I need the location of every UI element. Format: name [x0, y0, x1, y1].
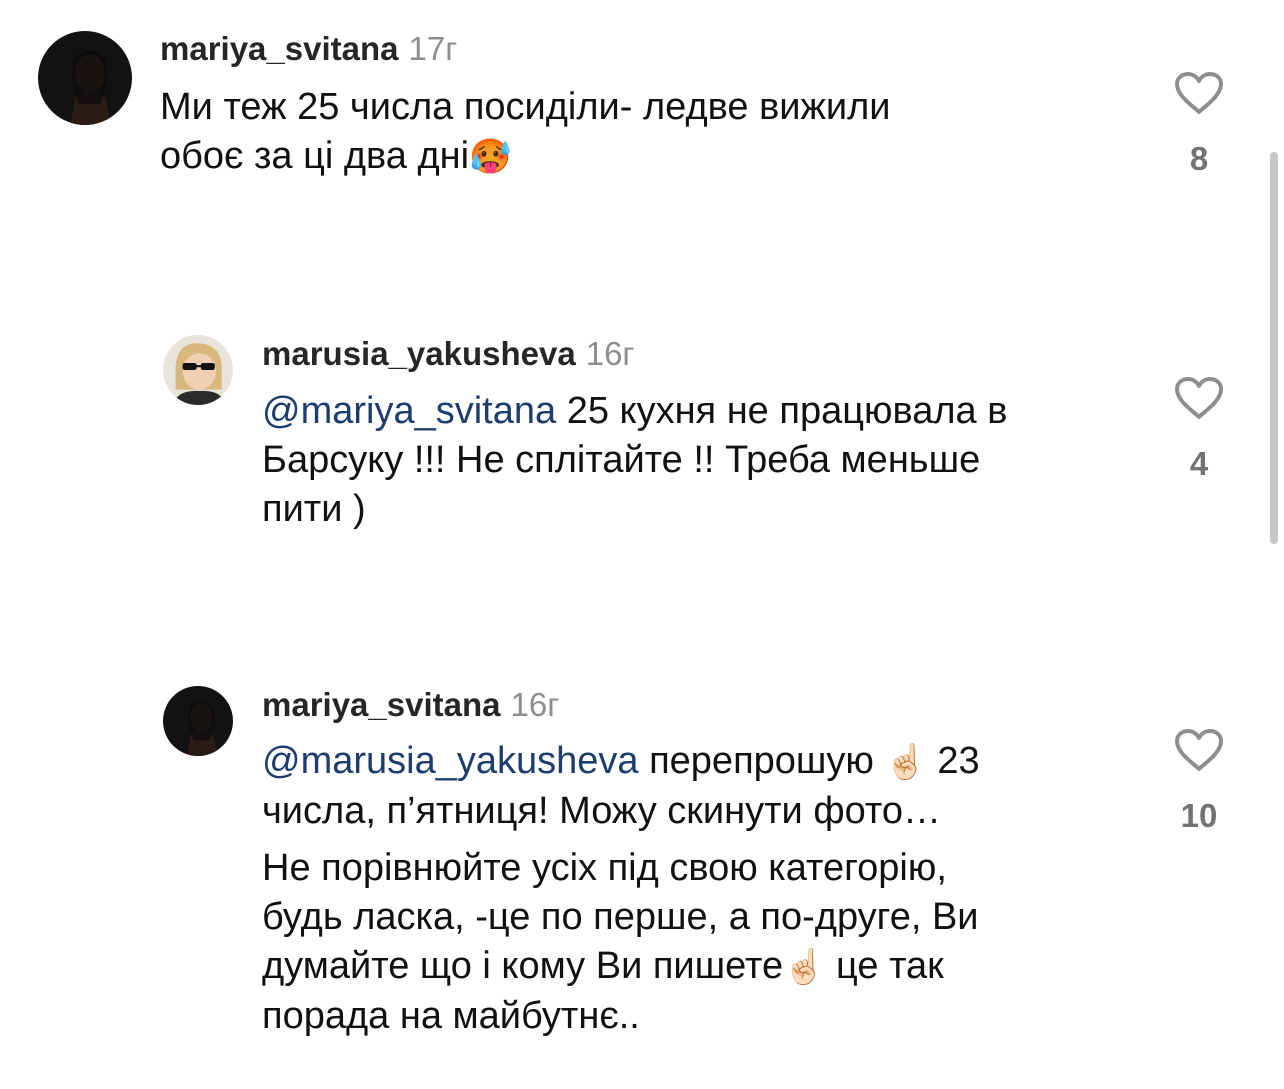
- like-count: 10: [1180, 797, 1218, 834]
- like-button[interactable]: 8: [1168, 70, 1230, 175]
- mention-link[interactable]: @mariya_svitana: [262, 390, 556, 432]
- comment-text: @mariya_svitana 25 кухня не працювала в …: [262, 387, 1007, 534]
- comment-line: Не порівнюйте усіх під свою категорію,: [262, 847, 947, 889]
- like-count: 8: [1189, 140, 1209, 177]
- scrollbar[interactable]: [1270, 152, 1278, 544]
- comment-line-text: 23: [926, 740, 980, 782]
- comment-paragraph: @marusia_yakusheva перепрошую ☝🏻 23 числ…: [262, 737, 980, 836]
- pointing-up-emoji-icon: ☝🏻: [783, 947, 826, 987]
- heart-outline-icon: [1175, 729, 1223, 771]
- heart-outline-icon: [1175, 377, 1223, 419]
- mention-link[interactable]: @marusia_yakusheva: [262, 740, 639, 782]
- heart-outline-icon: [1175, 72, 1223, 114]
- username-link[interactable]: mariya_svitana: [262, 686, 501, 723]
- comment-line-text: перепрошую: [638, 740, 885, 782]
- timestamp: 16г: [585, 335, 635, 372]
- pointing-up-emoji-icon: ☝🏻: [884, 742, 927, 782]
- comment-meta: marusia_yakusheva 16г: [262, 337, 634, 370]
- comment-meta: mariya_svitana 17г: [160, 32, 457, 65]
- username-link[interactable]: marusia_yakusheva: [262, 335, 576, 372]
- avatar[interactable]: [163, 686, 233, 756]
- hot-face-emoji-icon: 🥵: [469, 137, 512, 177]
- comment-line-text: думайте що і кому Ви пишете: [262, 945, 784, 987]
- username-link[interactable]: mariya_svitana: [160, 30, 399, 67]
- like-button[interactable]: 4: [1168, 375, 1230, 480]
- comment-line: думайте що і кому Ви пишете☝🏻 це так: [262, 942, 980, 992]
- timestamp: 17г: [408, 30, 458, 67]
- comment-text: Ми теж 25 числа посиділи- ледве вижили о…: [160, 83, 891, 182]
- avatar[interactable]: [38, 31, 132, 125]
- comment-line: @mariya_svitana 25 кухня не працювала в: [262, 387, 1007, 436]
- comment-line: обоє за ці два дні🥵: [160, 132, 891, 182]
- comment-line: Ми теж 25 числа посиділи- ледве вижили: [160, 86, 891, 128]
- like-count: 4: [1189, 445, 1209, 482]
- comment-meta: mariya_svitana 16г: [262, 688, 559, 721]
- comment-line-text: це так: [825, 945, 944, 987]
- avatar[interactable]: [163, 335, 233, 405]
- comment-line: пити ): [262, 488, 366, 530]
- comment-text: @marusia_yakusheva перепрошую ☝🏻 23 числ…: [262, 737, 980, 1041]
- comment-paragraph: Не порівнюйте усіх під свою категорію, б…: [262, 844, 980, 1041]
- comment-line: будь ласка, -це по перше, а по-друге, Ви: [262, 896, 979, 938]
- timestamp: 16г: [510, 686, 560, 723]
- comment-line-text: обоє за ці два дні: [160, 135, 470, 177]
- comment-line: Барсуку !!! Не сплітайте !! Треба меньше: [262, 439, 981, 481]
- comment-line: порада на майбутнє..: [262, 995, 640, 1037]
- comment-line: @marusia_yakusheva перепрошую ☝🏻 23: [262, 737, 980, 787]
- comment-line: числа, п’ятниця! Можу скинути фото…: [262, 790, 942, 832]
- comment-line-text: 25 кухня не працювала в: [556, 390, 1008, 432]
- like-button[interactable]: 10: [1168, 727, 1230, 832]
